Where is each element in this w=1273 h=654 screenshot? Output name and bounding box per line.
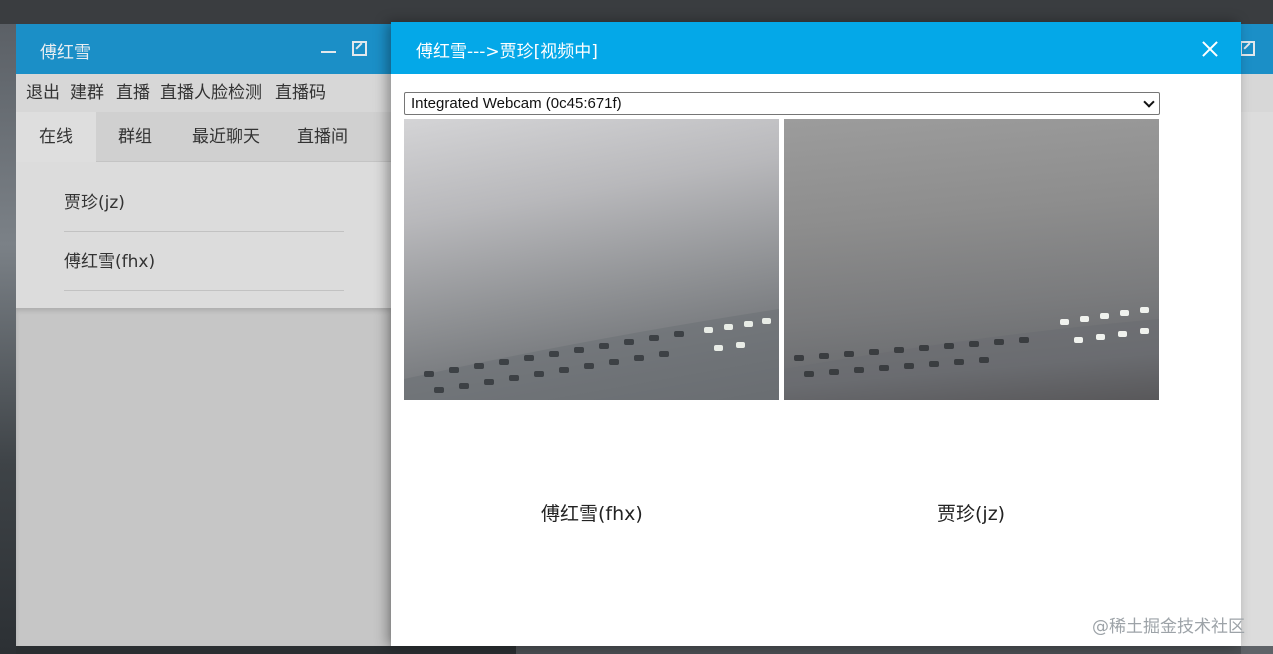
- menu-live[interactable]: 直播: [116, 78, 150, 103]
- camera-select-value: Integrated Webcam (0c45:671f): [411, 95, 622, 112]
- dialog-header: 傅红雪--->贾珍[视频中]: [391, 22, 1241, 74]
- video-call-dialog: 傅红雪--->贾珍[视频中] Integrated Webcam (0c45:6…: [391, 22, 1241, 646]
- chat-tabs: 在线 群组 最近聊天 直播间: [16, 112, 391, 162]
- chat-lower-area: [16, 308, 391, 646]
- local-user-label: 傅红雪(fhx): [541, 503, 643, 525]
- camera-select[interactable]: Integrated Webcam (0c45:671f): [404, 92, 1160, 115]
- menu-live-code[interactable]: 直播码: [275, 78, 326, 103]
- list-item[interactable]: 贾珍(jz): [64, 174, 344, 232]
- remote-video: [784, 119, 1159, 400]
- watermark: @稀土掘金技术社区: [1092, 617, 1245, 637]
- desktop-left-strip: [0, 24, 16, 654]
- maximize-button[interactable]: [349, 38, 371, 60]
- list-item[interactable]: 傅红雪(fhx): [64, 233, 344, 291]
- tab-groups[interactable]: 群组: [118, 112, 152, 162]
- contact-list: 贾珍(jz) 傅红雪(fhx): [16, 162, 391, 308]
- remote-user-label: 贾珍(jz): [937, 503, 1006, 525]
- tab-recent-chats[interactable]: 最近聊天: [192, 112, 260, 162]
- tab-live-rooms[interactable]: 直播间: [297, 112, 348, 162]
- menu-live-face-detect[interactable]: 直播人脸检测: [160, 78, 262, 103]
- menu-create-group[interactable]: 建群: [70, 78, 104, 103]
- chevron-down-icon: [1143, 96, 1155, 108]
- menu-logout[interactable]: 退出: [26, 78, 60, 103]
- minimize-icon: [321, 51, 336, 53]
- desktop-bottom-strip: [16, 646, 516, 654]
- chat-window-title: 傅红雪: [40, 43, 91, 63]
- tab-online[interactable]: 在线: [16, 112, 96, 162]
- close-icon[interactable]: [1198, 37, 1222, 61]
- dialog-title: 傅红雪--->贾珍[视频中]: [416, 42, 598, 62]
- desktop-top-strip: [0, 0, 1273, 24]
- local-video: [404, 119, 779, 400]
- local-video-frame: [404, 309, 779, 400]
- minimize-button[interactable]: [318, 38, 340, 60]
- remote-video-frame: [784, 307, 1159, 400]
